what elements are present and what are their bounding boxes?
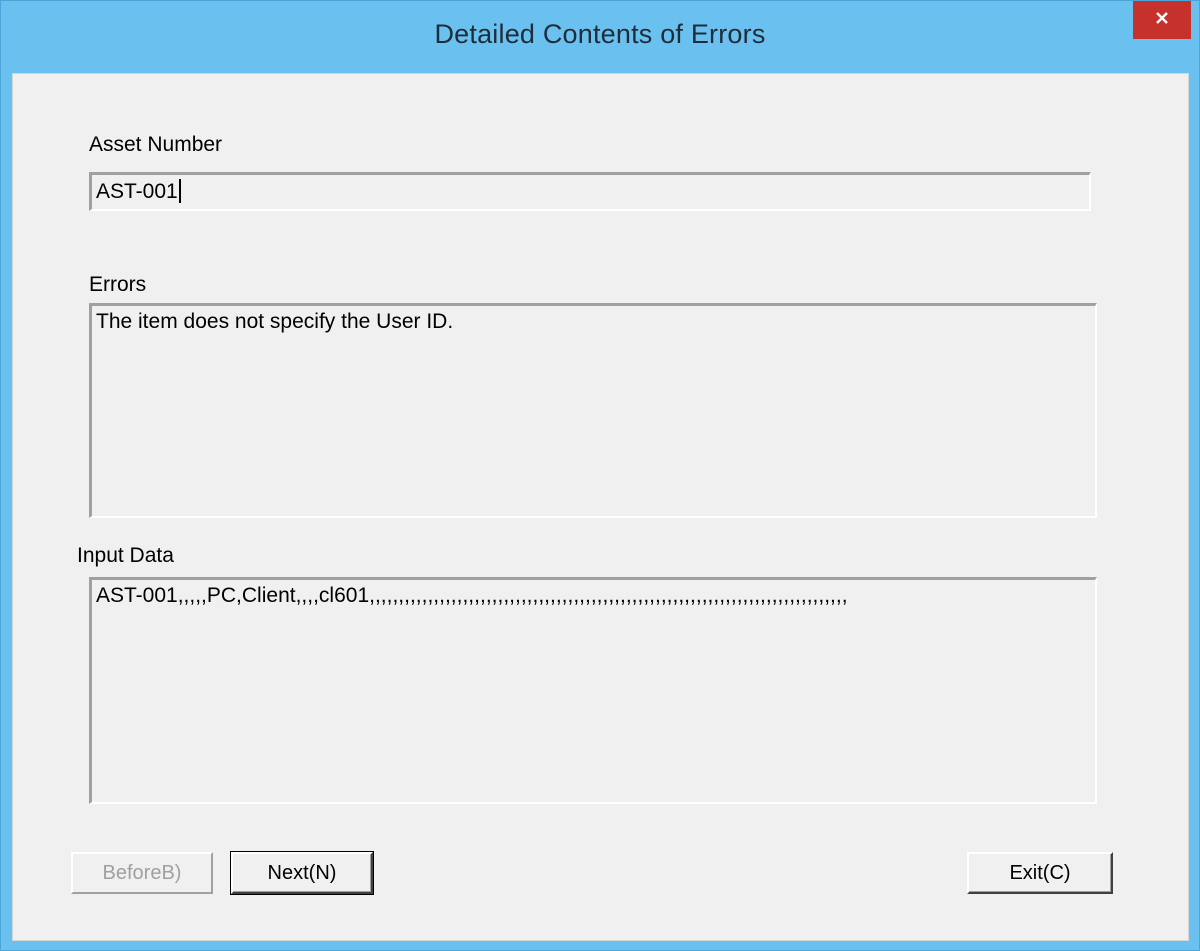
close-icon (1154, 10, 1170, 31)
title-bar[interactable]: Detailed Contents of Errors (1, 1, 1199, 73)
dialog-client-area: Asset Number AST-001 Errors The item doe… (12, 73, 1189, 941)
close-button[interactable] (1133, 1, 1191, 39)
dialog-window: Detailed Contents of Errors Asset Number… (0, 0, 1200, 951)
errors-textarea[interactable]: The item does not specify the User ID. (89, 303, 1097, 518)
asset-number-value: AST-001 (96, 180, 178, 203)
asset-number-field[interactable]: AST-001 (89, 172, 1091, 211)
input-data-textarea[interactable]: AST-001,,,,,PC,Client,,,,cl601,,,,,,,,,,… (89, 577, 1097, 804)
input-data-label: Input Data (77, 544, 174, 567)
window-title: Detailed Contents of Errors (434, 19, 766, 49)
before-button[interactable]: BeforeB) (71, 852, 213, 894)
errors-value: The item does not specify the User ID. (96, 310, 454, 333)
input-data-value: AST-001,,,,,PC,Client,,,,cl601,,,,,,,,,,… (96, 584, 848, 607)
exit-button[interactable]: Exit(C) (967, 852, 1113, 894)
asset-number-label: Asset Number (89, 133, 223, 156)
errors-label: Errors (89, 273, 147, 296)
text-caret (178, 179, 181, 203)
next-button[interactable]: Next(N) (230, 851, 374, 895)
